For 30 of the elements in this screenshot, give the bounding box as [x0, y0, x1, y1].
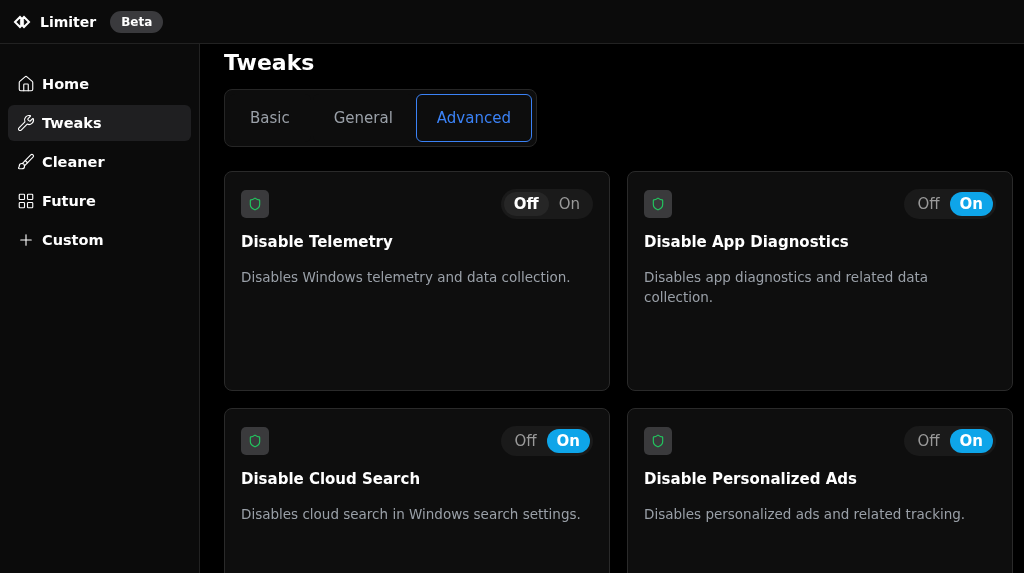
- shield-icon: [241, 427, 269, 455]
- shield-icon: [644, 190, 672, 218]
- card-title: Disable Telemetry: [241, 233, 394, 251]
- card-description: Disables personalized ads and related tracking.: [644, 505, 967, 524]
- tab[interactable]: Advanced: [415, 94, 532, 142]
- card-description: Disables cloud search in Windows search settings.: [241, 505, 582, 524]
- sidebar-item[interactable]: Tweaks: [8, 105, 191, 141]
- toggle-switch[interactable]: Off On: [500, 189, 593, 219]
- wrench-icon: [17, 114, 35, 132]
- grid-icon: [17, 192, 35, 210]
- plus-icon: [17, 231, 35, 249]
- toggle-switch[interactable]: Off On: [501, 426, 593, 456]
- beta-badge: Beta: [110, 10, 164, 33]
- brush-icon: [17, 153, 35, 171]
- card-title: Disable Cloud Search: [241, 470, 422, 488]
- sidebar-item[interactable]: Home: [8, 66, 191, 102]
- home-icon: [17, 75, 35, 93]
- card-description: Disables Windows telemetry and data collection.: [241, 268, 572, 287]
- sidebar-item[interactable]: Future: [8, 183, 191, 219]
- shield-icon: [241, 190, 269, 218]
- app-name: Limiter: [40, 13, 97, 30]
- toggle-switch[interactable]: Off On: [904, 189, 996, 219]
- page-title: Tweaks: [224, 50, 316, 75]
- toggle-switch[interactable]: Off On: [904, 426, 996, 456]
- card-description: Disables app diagnostics and related data collection.: [644, 268, 930, 307]
- sidebar-item[interactable]: Custom: [8, 222, 191, 258]
- card-title: Disable App Diagnostics: [644, 233, 850, 251]
- card-title: Disable Personalized Ads: [644, 470, 858, 488]
- sidebar-item[interactable]: Cleaner: [8, 144, 191, 180]
- shield-icon: [644, 427, 672, 455]
